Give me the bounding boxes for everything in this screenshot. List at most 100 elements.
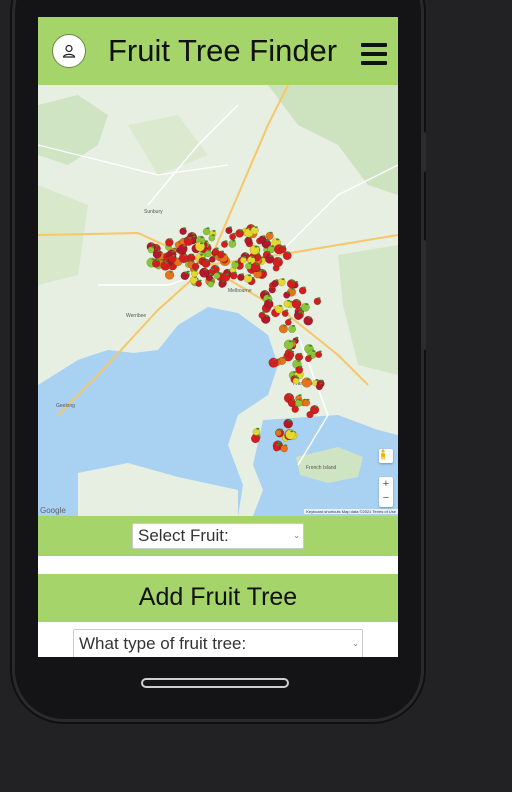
fruit-marker-icon[interactable] <box>245 262 252 270</box>
fruit-marker-icon[interactable] <box>237 273 245 282</box>
fruit-leaf-icon <box>292 325 296 327</box>
fruit-marker-icon[interactable] <box>207 280 215 288</box>
fruit-marker-icon[interactable] <box>315 383 323 391</box>
fruit-marker-icon[interactable] <box>191 270 198 278</box>
fruit-leaf-icon <box>264 291 268 293</box>
fruit-marker-icon[interactable] <box>191 262 200 271</box>
fruit-leaf-icon <box>215 247 219 250</box>
fruit-marker-icon[interactable] <box>195 280 202 288</box>
fruit-leaf-icon <box>195 262 199 265</box>
section-spacer <box>38 556 398 574</box>
hamburger-line <box>361 43 387 47</box>
fruit-leaf-icon <box>291 279 295 282</box>
fruit-marker-icon[interactable] <box>274 429 282 437</box>
zoom-out-button[interactable]: − <box>379 491 393 505</box>
fruit-marker-icon[interactable] <box>302 399 311 407</box>
dropdown-arrow-icon: ⌄ <box>293 531 300 540</box>
fruit-leaf-icon <box>306 398 310 401</box>
fruit-leaf-icon <box>233 271 237 274</box>
fruit-marker-icon[interactable] <box>272 444 280 452</box>
fruit-filter-select[interactable]: Select Fruit: ⌄ <box>132 523 304 549</box>
fruit-map[interactable]: Sunbury Melbourne Werribee Geelong Frank… <box>38 85 398 516</box>
fruit-leaf-icon <box>298 399 302 401</box>
fruit-marker-icon[interactable] <box>304 355 312 363</box>
fruit-leaf-icon <box>192 235 196 238</box>
fruit-leaf-icon <box>296 299 300 302</box>
fruit-leaf-icon <box>173 247 177 250</box>
fruit-leaf-icon <box>291 398 296 401</box>
fruit-marker-icon[interactable] <box>280 444 288 453</box>
fruit-leaf-icon <box>281 356 286 359</box>
profile-button[interactable] <box>52 34 86 68</box>
dropdown-arrow-icon: ⌄ <box>352 639 359 648</box>
fruit-leaf-icon <box>290 430 294 433</box>
fruit-marker-icon[interactable] <box>258 311 266 319</box>
fruit-marker-icon[interactable] <box>218 280 226 288</box>
fruit-leaf-icon <box>157 250 161 252</box>
fruit-marker-icon[interactable] <box>283 300 291 308</box>
map-attribution[interactable]: Keyboard shortcuts Map data ©2021 Terms … <box>304 509 398 514</box>
pegman-button[interactable] <box>379 449 393 463</box>
hamburger-icon[interactable] <box>361 43 387 65</box>
tree-type-select[interactable]: What type of fruit tree: ⌄ <box>73 629 363 657</box>
fruit-marker-icon[interactable] <box>252 428 261 436</box>
fruit-marker-icon[interactable] <box>313 297 322 306</box>
zoom-in-button[interactable]: + <box>379 477 393 491</box>
fruit-leaf-icon <box>172 254 176 257</box>
fruit-marker-icon[interactable] <box>239 256 247 264</box>
fruit-marker-icon[interactable] <box>220 240 229 248</box>
fruit-leaf-icon <box>182 244 186 247</box>
fruit-marker-icon[interactable] <box>279 245 287 254</box>
fruit-leaf-icon <box>298 311 302 314</box>
fruit-leaf-icon <box>240 273 244 275</box>
fruit-leaf-icon <box>269 255 273 257</box>
fruit-leaf-icon <box>216 271 220 274</box>
fruit-leaf-icon <box>209 273 213 276</box>
place-label-geelong: Geelong <box>56 403 75 409</box>
fruit-leaf-icon <box>291 350 295 353</box>
fruit-marker-icon[interactable] <box>208 234 216 242</box>
fruit-marker-icon[interactable] <box>283 291 291 299</box>
fruit-leaf-icon <box>288 318 292 321</box>
fruit-leaf-icon <box>155 244 159 247</box>
fruit-leaf-icon <box>248 262 252 264</box>
fruit-leaf-icon <box>277 258 281 260</box>
fruit-leaf-icon <box>224 240 228 243</box>
fruit-leaf-icon <box>255 263 259 265</box>
fruit-marker-icon[interactable] <box>292 377 300 385</box>
fruit-leaf-icon <box>288 393 293 396</box>
fruit-leaf-icon <box>320 379 324 382</box>
fruit-leaf-icon <box>188 236 192 239</box>
fruit-leaf-icon <box>266 239 270 242</box>
fruit-leaf-icon <box>308 316 312 319</box>
fruit-leaf-icon <box>212 230 216 232</box>
fruit-leaf-icon <box>225 273 229 275</box>
fruit-marker-icon[interactable] <box>287 351 295 359</box>
fruit-leaf-icon <box>302 286 306 289</box>
fruit-marker-icon[interactable] <box>213 272 221 280</box>
fruit-leaf-icon <box>204 268 208 271</box>
app-screen: Fruit Tree Finder Sunbury Melbourne Werr… <box>38 17 398 657</box>
map-canvas[interactable]: Sunbury Melbourne Werribee Geelong Frank… <box>38 85 398 516</box>
fruit-leaf-icon <box>318 350 322 353</box>
fruit-marker-icon[interactable] <box>284 319 292 326</box>
fruit-leaf-icon <box>271 245 275 248</box>
fruit-leaf-icon <box>298 352 303 355</box>
fruit-leaf-icon <box>251 256 255 258</box>
add-fruit-tree-heading: Add Fruit Tree <box>38 574 398 622</box>
fruit-marker-icon[interactable] <box>225 226 233 235</box>
fruit-leaf-icon <box>295 336 299 339</box>
home-indicator[interactable] <box>141 678 289 688</box>
fruit-marker-icon[interactable] <box>271 279 279 288</box>
fruit-leaf-icon <box>306 378 310 381</box>
fruit-leaf-icon <box>191 232 196 235</box>
fruit-leaf-icon <box>317 297 321 300</box>
fruit-marker-icon[interactable] <box>294 399 303 407</box>
fruit-leaf-icon <box>319 382 323 385</box>
park-area <box>38 95 108 165</box>
fruit-marker-icon[interactable] <box>229 233 237 241</box>
fruit-marker-icon[interactable] <box>315 351 323 359</box>
fruit-marker-icon[interactable] <box>179 227 187 236</box>
fruit-leaf-icon <box>314 405 318 408</box>
fruit-leaf-icon <box>294 375 298 378</box>
